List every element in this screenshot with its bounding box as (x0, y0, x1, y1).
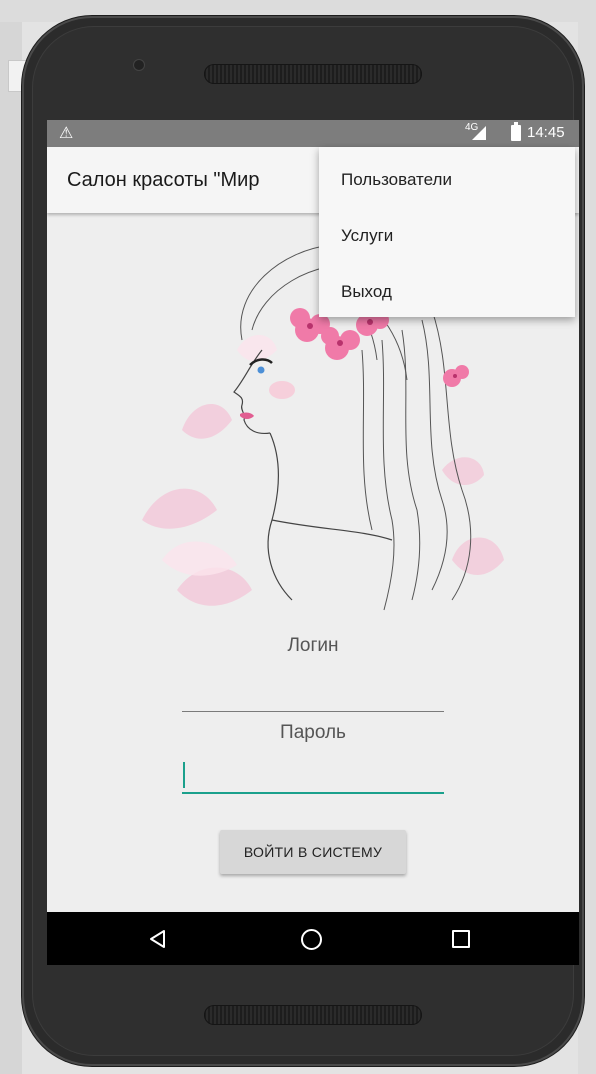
bottom-speaker (204, 1005, 422, 1025)
status-time: 14:45 (527, 124, 565, 141)
login-input[interactable] (182, 711, 444, 712)
earpiece-speaker (204, 64, 422, 84)
text-cursor (183, 762, 185, 788)
login-button[interactable]: ВОЙТИ В СИСТЕМУ (220, 830, 406, 874)
login-label: Логин (287, 635, 339, 656)
password-input[interactable] (182, 756, 444, 794)
overflow-menu: Пользователи Услуги Выход (319, 147, 575, 317)
app-title: Салон красоты "Мир (67, 169, 260, 191)
password-label: Пароль (280, 722, 346, 743)
back-triangle-icon[interactable] (148, 929, 168, 949)
menu-item-exit[interactable]: Выход (341, 282, 392, 302)
menu-item-users[interactable]: Пользователи (341, 170, 452, 190)
front-camera (134, 60, 144, 70)
warning-triangle-icon: ⚠ (59, 125, 74, 142)
device-screen: ⚠ 4G 14:45 Салон красоты "Мир Пользовате… (47, 120, 579, 965)
battery-icon (511, 122, 521, 141)
home-circle-icon[interactable] (301, 929, 322, 950)
recents-square-icon[interactable] (452, 930, 470, 948)
status-bar: ⚠ 4G 14:45 (47, 120, 579, 147)
left-panel (0, 22, 22, 1074)
menu-item-services[interactable]: Услуги (341, 226, 393, 246)
navigation-bar (47, 912, 579, 965)
signal-icon (472, 126, 486, 140)
phone-frame: ⚠ 4G 14:45 Салон красоты "Мир Пользовате… (22, 16, 584, 1066)
